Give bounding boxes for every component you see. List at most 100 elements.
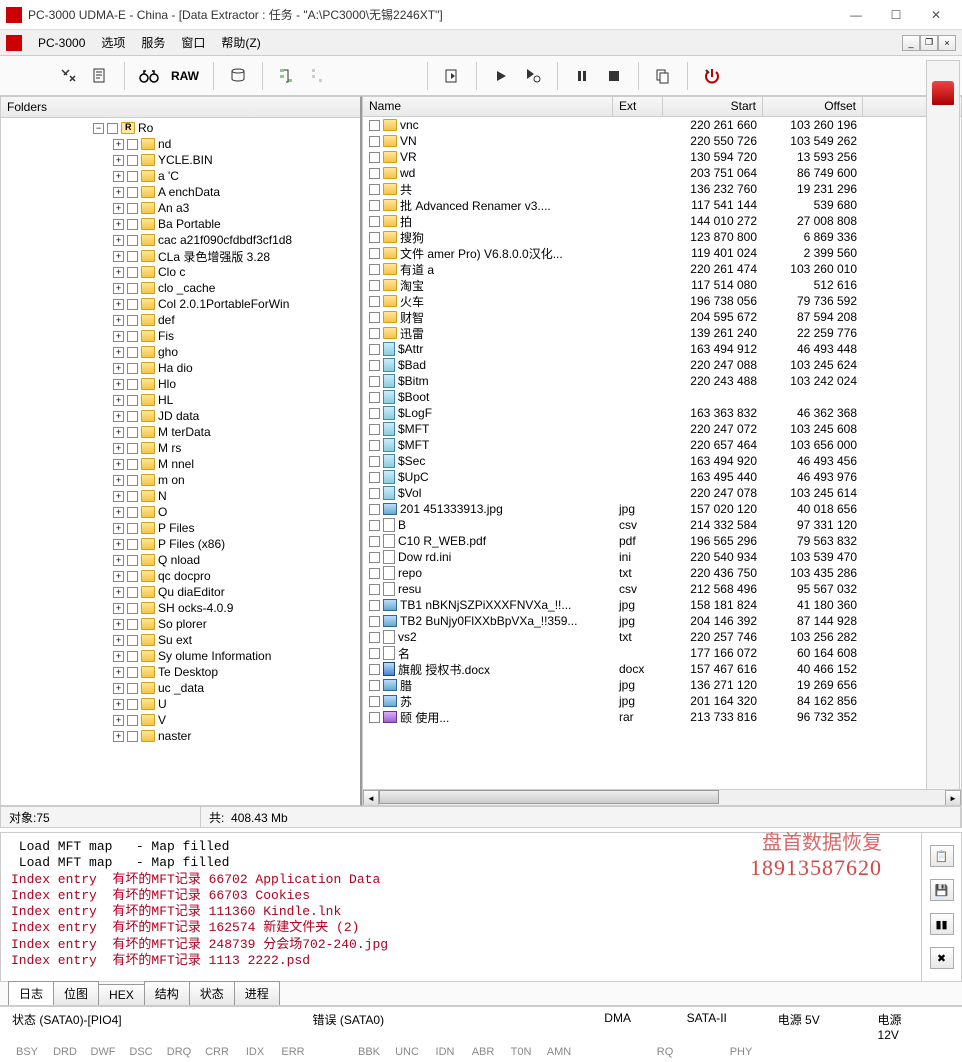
menu-help[interactable]: 帮助(Z) — [213, 31, 268, 54]
file-row[interactable]: $LogF163 363 83246 362 368 — [363, 405, 961, 421]
file-row[interactable]: TB2 BuNjy0FlXXbBpVXa_!!359...jpg204 146 … — [363, 613, 961, 629]
file-row[interactable]: TB1 nBKNjSZPiXXXFNVXa_!!...jpg158 181 82… — [363, 597, 961, 613]
row-checkbox[interactable] — [369, 536, 380, 547]
tree-item[interactable]: +M nnel — [3, 456, 358, 472]
export-icon[interactable] — [438, 62, 466, 90]
play-icon[interactable] — [487, 62, 515, 90]
expander-icon[interactable]: + — [113, 491, 124, 502]
row-checkbox[interactable] — [369, 296, 380, 307]
expander-icon[interactable]: + — [113, 347, 124, 358]
file-row[interactable]: 旗舰 授权书.docxdocx157 467 61640 466 152 — [363, 661, 961, 677]
file-row[interactable]: VN220 550 726103 549 262 — [363, 133, 961, 149]
file-row[interactable]: vnc220 261 660103 260 196 — [363, 117, 961, 133]
row-checkbox[interactable] — [369, 712, 380, 723]
tree-item[interactable]: +O — [3, 504, 358, 520]
row-checkbox[interactable] — [369, 200, 380, 211]
row-checkbox[interactable] — [369, 168, 380, 179]
tree-item[interactable]: +Te Desktop — [3, 664, 358, 680]
log-clear-icon[interactable]: ✖ — [930, 947, 954, 969]
row-checkbox[interactable] — [369, 312, 380, 323]
row-checkbox[interactable] — [369, 120, 380, 131]
file-row[interactable]: 迅雷139 261 24022 259 776 — [363, 325, 961, 341]
file-row[interactable]: 颐 使用...rar213 733 81696 732 352 — [363, 709, 961, 725]
expander-icon[interactable]: + — [113, 667, 124, 678]
expander-icon[interactable]: + — [113, 571, 124, 582]
tree-checkbox[interactable] — [127, 571, 138, 582]
file-row[interactable]: $Attr163 494 91246 493 448 — [363, 341, 961, 357]
tab-process[interactable]: 进程 — [234, 981, 280, 1005]
tree-item[interactable]: +nd — [3, 136, 358, 152]
tree-item[interactable]: +uc _data — [3, 680, 358, 696]
minimize-button[interactable]: — — [836, 0, 876, 30]
menu-window[interactable]: 窗口 — [173, 31, 213, 54]
tree-item[interactable]: +P Files (x86) — [3, 536, 358, 552]
file-row[interactable]: $Sec163 494 92046 493 456 — [363, 453, 961, 469]
tree-item[interactable]: +YCLE.BIN — [3, 152, 358, 168]
tree-checkbox[interactable] — [127, 187, 138, 198]
expander-icon[interactable]: + — [113, 683, 124, 694]
tree-item[interactable]: +Col 2.0.1PortableForWin — [3, 296, 358, 312]
tree-item[interactable]: +a 'C — [3, 168, 358, 184]
tab-hex[interactable]: HEX — [98, 984, 145, 1005]
file-row[interactable]: 文件 amer Pro) V6.8.0.0汉化...119 401 0242 3… — [363, 245, 961, 261]
expander-icon[interactable]: + — [113, 315, 124, 326]
tree-checkbox[interactable] — [127, 267, 138, 278]
tree-item[interactable]: +Su ext — [3, 632, 358, 648]
database-sidebar-icon[interactable] — [932, 81, 954, 105]
expander-icon[interactable]: + — [113, 171, 124, 182]
tree-checkbox[interactable] — [127, 523, 138, 534]
row-checkbox[interactable] — [369, 392, 380, 403]
expander-icon[interactable]: + — [113, 587, 124, 598]
expander-icon[interactable]: + — [113, 443, 124, 454]
row-checkbox[interactable] — [369, 600, 380, 611]
tree-checkbox[interactable] — [127, 427, 138, 438]
tree-checkbox[interactable] — [127, 539, 138, 550]
tree-checkbox[interactable] — [127, 331, 138, 342]
expander-icon[interactable]: + — [113, 395, 124, 406]
tree-checkbox[interactable] — [127, 507, 138, 518]
expander-icon[interactable]: + — [113, 603, 124, 614]
horizontal-scrollbar[interactable]: ◄ ► — [363, 789, 961, 805]
tree-checkbox[interactable] — [127, 443, 138, 454]
file-row[interactable]: 搜狗123 870 8006 869 336 — [363, 229, 961, 245]
row-checkbox[interactable] — [369, 616, 380, 627]
expander-icon[interactable]: + — [113, 635, 124, 646]
close-button[interactable]: ✕ — [916, 0, 956, 30]
log-copy-icon[interactable]: 📋 — [930, 845, 954, 867]
expander-icon[interactable]: + — [113, 363, 124, 374]
tree-checkbox[interactable] — [127, 395, 138, 406]
log-save-icon[interactable]: 💾 — [930, 879, 954, 901]
tree-item[interactable]: +CLa 录色增强版 3.28 — [3, 248, 358, 264]
expander-icon[interactable]: + — [113, 219, 124, 230]
scroll-right-icon[interactable]: ► — [945, 790, 961, 806]
file-row[interactable]: 拍144 010 27227 008 808 — [363, 213, 961, 229]
tree-item[interactable]: +gho — [3, 344, 358, 360]
tree-checkbox[interactable] — [127, 235, 138, 246]
expander-icon[interactable]: + — [113, 651, 124, 662]
expander-icon[interactable]: + — [113, 267, 124, 278]
expander-icon[interactable]: + — [113, 283, 124, 294]
tree-item[interactable]: +Hlo — [3, 376, 358, 392]
tree-item[interactable]: +V — [3, 712, 358, 728]
expander-icon[interactable]: + — [113, 507, 124, 518]
row-checkbox[interactable] — [369, 376, 380, 387]
file-row[interactable]: 共136 232 76019 231 296 — [363, 181, 961, 197]
tree-checkbox[interactable] — [127, 219, 138, 230]
tab-log[interactable]: 日志 — [8, 981, 54, 1005]
expander-icon[interactable]: + — [113, 411, 124, 422]
expander-icon[interactable]: + — [113, 539, 124, 550]
tree-checkbox[interactable] — [127, 347, 138, 358]
row-checkbox[interactable] — [369, 424, 380, 435]
file-row[interactable]: Dow rd.iniini220 540 934103 539 470 — [363, 549, 961, 565]
expander-icon[interactable]: + — [113, 379, 124, 390]
expander-icon[interactable]: + — [113, 459, 124, 470]
expander-icon[interactable]: + — [113, 699, 124, 710]
row-checkbox[interactable] — [369, 488, 380, 499]
tree-item[interactable]: +So plorer — [3, 616, 358, 632]
row-checkbox[interactable] — [369, 232, 380, 243]
expander-icon[interactable]: + — [113, 299, 124, 310]
tree-item[interactable]: +HL — [3, 392, 358, 408]
file-row[interactable]: 淘宝117 514 080512 616 — [363, 277, 961, 293]
tree-item[interactable]: +Clo c — [3, 264, 358, 280]
file-row[interactable]: repotxt220 436 750103 435 286 — [363, 565, 961, 581]
